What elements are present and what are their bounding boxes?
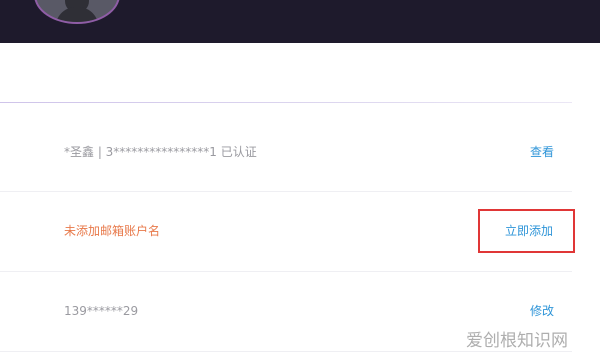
top-header xyxy=(0,0,600,43)
account-verification-row: *圣鑫 | 3****************1 已认证 查看 xyxy=(0,137,600,167)
email-status-text: 未添加邮箱账户名 xyxy=(64,224,161,238)
section-divider xyxy=(0,102,572,103)
row-divider xyxy=(0,191,572,192)
watermark: 爱创根知识网 xyxy=(466,331,568,351)
phone-number-text: 139******29 xyxy=(64,304,139,318)
row-divider xyxy=(0,271,572,272)
view-link[interactable]: 查看 xyxy=(530,143,554,161)
phone-row: 139******29 修改 xyxy=(0,296,600,326)
add-email-link[interactable]: 立即添加 xyxy=(505,222,553,240)
user-avatar-icon[interactable] xyxy=(34,0,120,24)
page: *圣鑫 | 3****************1 已认证 查看 未添加邮箱账户名… xyxy=(0,0,600,360)
account-verification-text: *圣鑫 | 3****************1 已认证 xyxy=(64,145,257,159)
edit-phone-link[interactable]: 修改 xyxy=(530,302,554,320)
